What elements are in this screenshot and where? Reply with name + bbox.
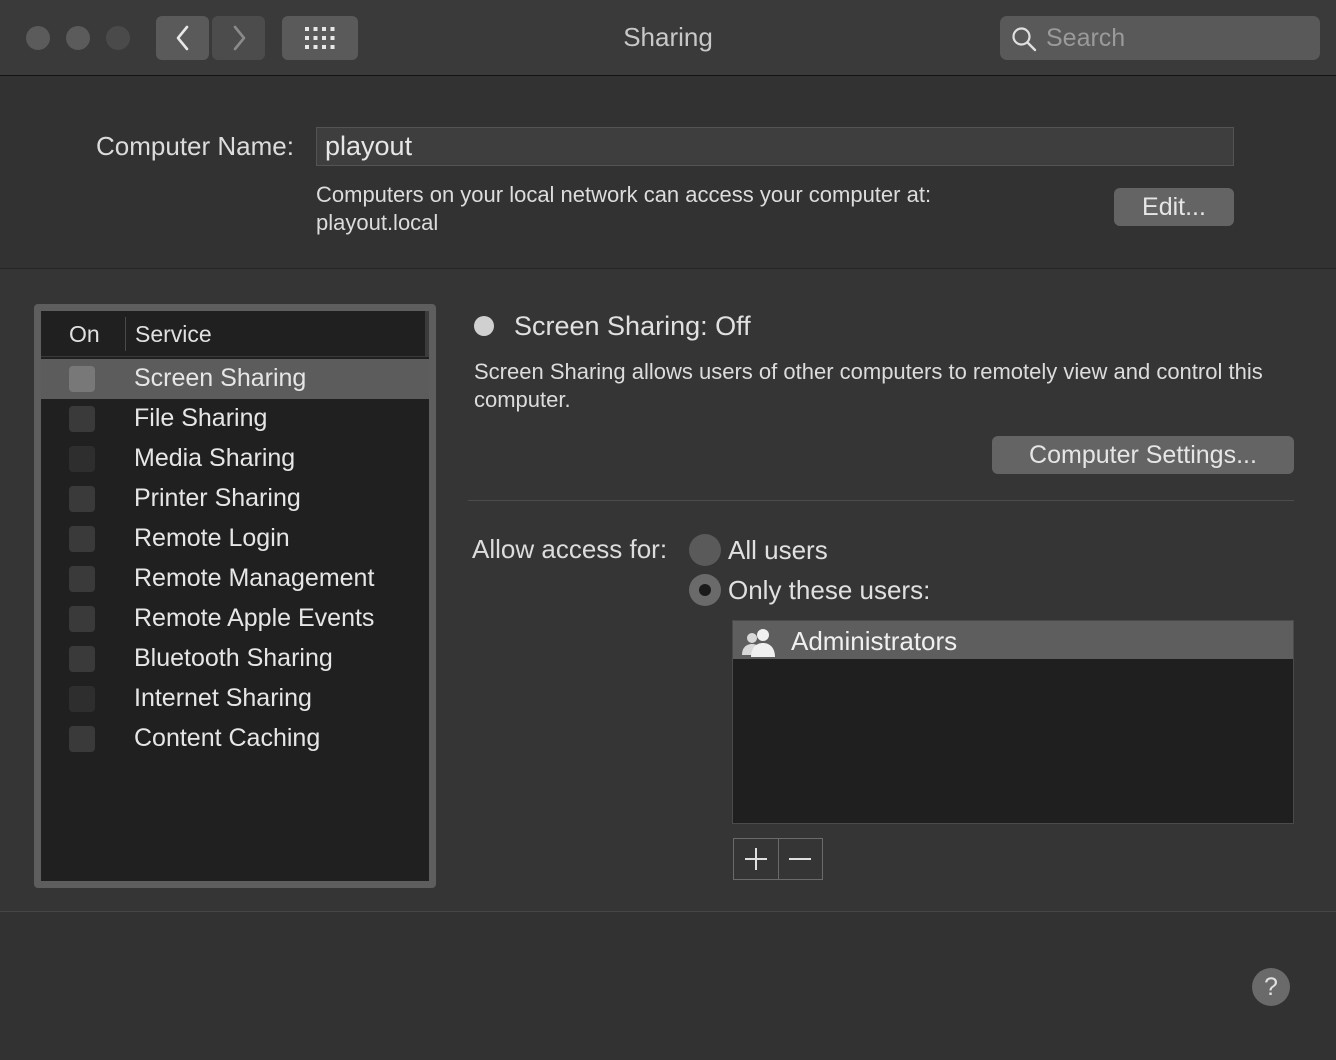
service-row-printer-sharing[interactable]: Printer Sharing — [41, 479, 429, 519]
header-scroll-corner — [425, 311, 429, 357]
minimize-window-button[interactable] — [66, 26, 90, 50]
show-all-button[interactable] — [282, 16, 358, 60]
all-users-radio[interactable] — [689, 534, 721, 566]
allow-access-label: Allow access for: — [472, 534, 668, 564]
remove-user-button[interactable] — [779, 839, 823, 879]
service-list-header: On Service — [41, 311, 429, 357]
service-row-file-sharing[interactable]: File Sharing — [41, 399, 429, 439]
service-checkbox[interactable] — [69, 726, 95, 752]
computer-settings-button[interactable]: Computer Settings... — [992, 436, 1294, 474]
service-status: Screen Sharing: Off — [514, 311, 751, 341]
service-label: Remote Apple Events — [134, 604, 375, 632]
radio-selected-dot — [699, 584, 711, 596]
column-divider — [125, 317, 126, 351]
only-these-users-label[interactable]: Only these users: — [728, 575, 930, 606]
service-checkbox[interactable] — [69, 646, 95, 672]
local-hostname: playout.local — [316, 210, 439, 235]
all-users-label[interactable]: All users — [728, 535, 828, 566]
allowed-users-list[interactable]: Administrators — [732, 620, 1294, 824]
service-checkbox[interactable] — [69, 606, 95, 632]
service-label: Content Caching — [134, 724, 321, 752]
back-button[interactable] — [156, 16, 209, 60]
service-row-screen-sharing[interactable]: Screen Sharing — [41, 359, 429, 399]
computer-name-label: Computer Name: — [96, 131, 294, 161]
service-checkbox[interactable] — [69, 366, 95, 392]
service-row-remote-apple-events[interactable]: Remote Apple Events — [41, 599, 429, 639]
service-label: Internet Sharing — [134, 684, 312, 712]
service-row-remote-management[interactable]: Remote Management — [41, 559, 429, 599]
service-checkbox[interactable] — [69, 686, 95, 712]
column-header-on[interactable]: On — [69, 321, 100, 348]
only-these-users-radio[interactable] — [689, 574, 721, 606]
service-checkbox[interactable] — [69, 446, 95, 472]
service-row-media-sharing[interactable]: Media Sharing — [41, 439, 429, 479]
add-remove-control — [733, 838, 823, 880]
user-group-icon — [742, 629, 775, 657]
column-header-service[interactable]: Service — [135, 321, 212, 348]
service-label: Printer Sharing — [134, 484, 301, 512]
service-label: Remote Management — [134, 564, 375, 592]
window-title: Sharing — [623, 22, 713, 52]
forward-button[interactable] — [212, 16, 265, 60]
service-label: Media Sharing — [134, 444, 296, 472]
service-description: Screen Sharing allows users of other com… — [474, 359, 1263, 412]
service-row-bluetooth-sharing[interactable]: Bluetooth Sharing — [41, 639, 429, 679]
grid-icon — [305, 27, 335, 49]
status-indicator — [474, 316, 494, 336]
add-user-button[interactable] — [734, 839, 779, 879]
service-checkbox[interactable] — [69, 566, 95, 592]
service-checkbox[interactable] — [69, 406, 95, 432]
list-item[interactable]: Administrators — [733, 621, 1293, 659]
chevron-left-icon — [176, 25, 188, 51]
local-address-description: Computers on your local network can acce… — [316, 182, 932, 207]
search-field[interactable] — [1000, 16, 1320, 60]
search-icon — [1012, 27, 1037, 52]
close-window-button[interactable] — [26, 26, 50, 50]
help-button[interactable]: ? — [1252, 968, 1290, 1006]
service-row-content-caching[interactable]: Content Caching — [41, 719, 429, 759]
service-label: Remote Login — [134, 524, 290, 552]
local-address-note: Computers on your local network can acce… — [316, 181, 931, 237]
user-name: Administrators — [791, 626, 958, 656]
search-input[interactable] — [1046, 16, 1306, 60]
service-row-internet-sharing[interactable]: Internet Sharing — [41, 679, 429, 719]
zoom-window-button[interactable] — [106, 26, 130, 50]
computer-name-field[interactable] — [316, 127, 1234, 166]
service-list[interactable]: On Service Screen Sharing File Sharing M… — [34, 304, 436, 888]
chevron-right-icon — [233, 25, 245, 51]
service-label: Screen Sharing — [134, 364, 307, 392]
service-checkbox[interactable] — [69, 526, 95, 552]
service-label: File Sharing — [134, 404, 268, 432]
service-label: Bluetooth Sharing — [134, 644, 333, 672]
service-row-remote-login[interactable]: Remote Login — [41, 519, 429, 559]
service-checkbox[interactable] — [69, 486, 95, 512]
plus-icon — [744, 848, 767, 870]
section-divider — [468, 500, 1294, 501]
minus-icon — [789, 858, 812, 860]
edit-button[interactable]: Edit... — [1114, 188, 1234, 226]
